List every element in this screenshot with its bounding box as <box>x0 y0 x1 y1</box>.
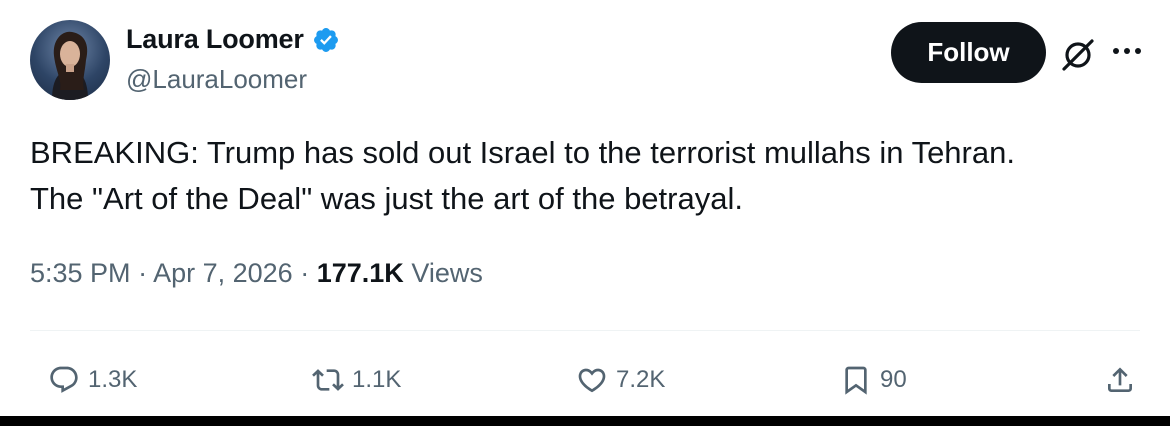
author-name-row: Laura Loomer <box>126 24 340 55</box>
tweet-card: Laura Loomer @LauraLoomer Follow BREAKIN… <box>0 0 1170 426</box>
bookmark-icon <box>845 366 867 395</box>
reply-button[interactable]: 1.3K <box>48 362 137 398</box>
avatar-image <box>52 31 88 100</box>
tweet-date[interactable]: Apr 7, 2026 <box>153 258 293 288</box>
divider <box>30 330 1140 331</box>
heart-icon <box>578 368 606 393</box>
views-label: Views <box>411 258 483 288</box>
repost-button[interactable]: 1.1K <box>312 362 401 398</box>
author-display-name[interactable]: Laura Loomer <box>126 24 304 55</box>
reply-icon <box>50 366 78 393</box>
author-handle[interactable]: @LauraLoomer <box>126 64 307 95</box>
like-button[interactable]: 7.2K <box>576 362 665 398</box>
share-icon <box>1108 367 1132 392</box>
avatar[interactable] <box>30 20 110 100</box>
grok-icon[interactable] <box>1058 34 1098 74</box>
bookmark-count: 90 <box>880 366 907 393</box>
tweet-meta: 5:35 PM · Apr 7, 2026 · 177.1K Views <box>30 258 483 289</box>
more-options-icon[interactable] <box>1112 44 1142 58</box>
verified-badge-icon <box>313 27 338 52</box>
repost-count: 1.1K <box>352 366 402 393</box>
tweet-text: BREAKING: Trump has sold out Israel to t… <box>30 130 1140 222</box>
tweet-text-line: The "Art of the Deal" was just the art o… <box>30 181 743 216</box>
like-count: 7.2K <box>616 366 666 393</box>
bookmark-button[interactable]: 90 <box>840 362 907 398</box>
follow-button[interactable]: Follow <box>891 22 1046 83</box>
repost-icon <box>312 369 344 391</box>
share-button[interactable] <box>1104 362 1136 398</box>
reply-count: 1.3K <box>88 366 138 393</box>
meta-separator: · <box>300 258 310 288</box>
tweet-time[interactable]: 5:35 PM <box>30 258 131 288</box>
tweet-text-line: BREAKING: Trump has sold out Israel to t… <box>30 135 1015 170</box>
meta-separator: · <box>138 258 148 288</box>
bottom-edge-bar <box>0 416 1170 426</box>
views-count: 177.1K <box>316 258 404 288</box>
